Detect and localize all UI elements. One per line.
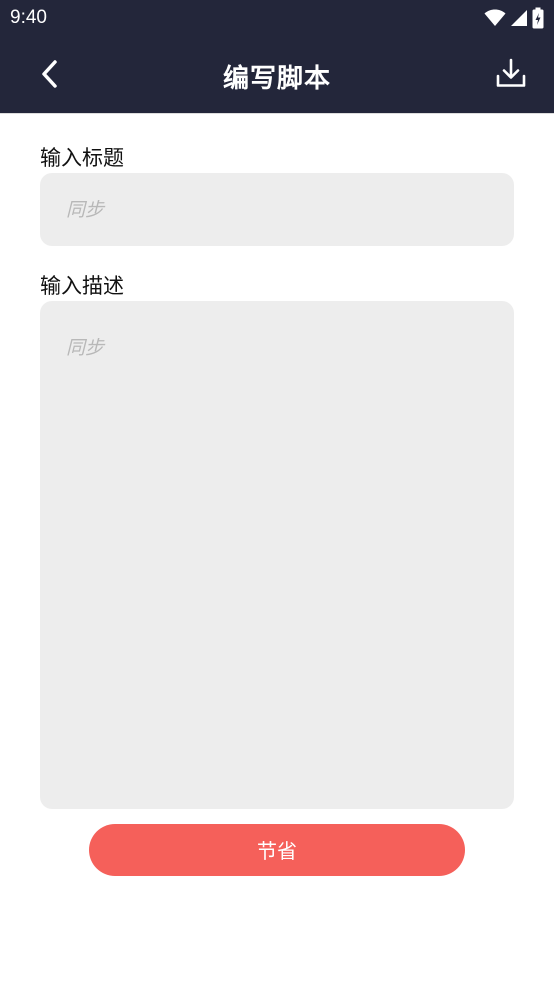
status-icons — [484, 7, 544, 29]
title-label: 输入标题 — [40, 146, 124, 170]
download-icon — [495, 57, 527, 93]
status-bar: 9:40 — [0, 0, 554, 38]
header-divider — [0, 113, 554, 114]
app-bar: 编写脚本 — [0, 38, 554, 113]
signal-icon — [510, 9, 528, 27]
battery-icon — [532, 7, 544, 29]
page-title: 编写脚本 — [222, 64, 331, 94]
description-label: 输入描述 — [40, 274, 124, 298]
download-button[interactable] — [492, 56, 530, 94]
title-input[interactable] — [40, 173, 514, 246]
wifi-icon — [484, 9, 506, 27]
save-button[interactable]: 节省 — [89, 824, 465, 876]
top-bar: 9:40 编写脚本 — [0, 0, 554, 113]
status-time: 9:40 — [10, 7, 47, 28]
description-input[interactable] — [40, 301, 514, 809]
